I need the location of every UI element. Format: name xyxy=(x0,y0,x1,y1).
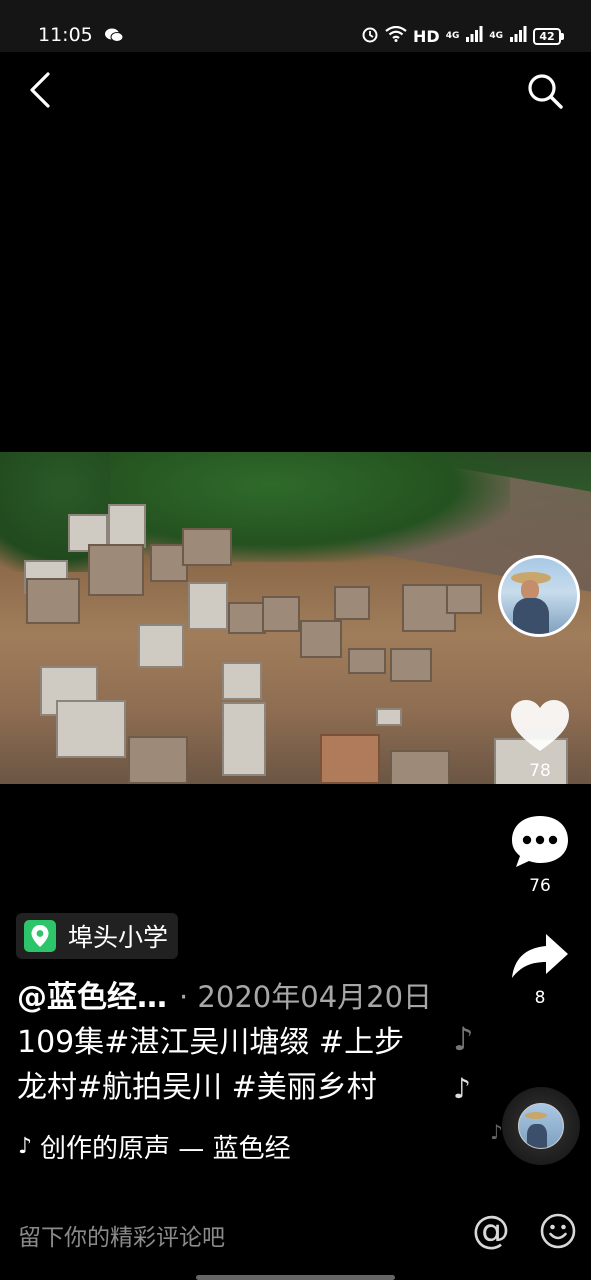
video-building xyxy=(376,708,402,726)
chevron-left-icon xyxy=(30,72,50,108)
caption: 109集#湛江吴川塘缀 #上步 龙村#航拍吴川 #美丽乡村 xyxy=(17,1020,457,1110)
video-building xyxy=(56,700,126,758)
video-building xyxy=(138,624,184,668)
comment-button[interactable]: 76 xyxy=(508,812,572,896)
video-building xyxy=(26,578,80,624)
signal-icon xyxy=(509,26,527,46)
music-note-icon: ♪ xyxy=(490,1120,503,1144)
video-building xyxy=(348,648,386,674)
video-building xyxy=(88,544,144,596)
comment-bubble-icon xyxy=(512,816,568,867)
caption-line-1: 109集#湛江吴川塘缀 #上步 xyxy=(17,1025,405,1060)
video-building xyxy=(446,584,482,614)
like-count: 78 xyxy=(529,761,551,781)
comment-bar: 留下你的精彩评论吧 @ xyxy=(0,1190,591,1280)
avatar-body xyxy=(513,598,549,634)
status-time: 11:05 xyxy=(38,24,93,46)
music-disc[interactable] xyxy=(502,1087,580,1165)
status-bar: 11:05 HD 4G 4G 42 xyxy=(0,0,591,52)
music-note-icon: ♪ xyxy=(453,1072,471,1105)
hd-indicator: HD xyxy=(413,26,440,46)
video-building xyxy=(222,702,266,776)
wechat-icon xyxy=(104,27,124,47)
smiley-icon xyxy=(540,1213,576,1249)
music-note-icon: ♪ xyxy=(18,1134,33,1159)
caption-line-2: 龙村#航拍吴川 #美丽乡村 xyxy=(17,1070,377,1105)
comment-input[interactable]: 留下你的精彩评论吧 xyxy=(18,1218,225,1252)
comment-count: 76 xyxy=(529,876,551,896)
home-indicator xyxy=(196,1275,395,1280)
music-line[interactable]: ♪ 创作的原声 — 蓝色经 xyxy=(18,1128,291,1165)
network-4g-1: 4G xyxy=(445,30,460,41)
music-note-icon: ♪ xyxy=(453,1020,474,1058)
location-pin-icon xyxy=(24,920,56,952)
video-building xyxy=(390,648,432,682)
author-name[interactable]: @蓝色经… xyxy=(17,972,167,1016)
mention-button[interactable]: @ xyxy=(472,1208,510,1252)
search-icon xyxy=(528,74,563,109)
share-button[interactable]: 8 xyxy=(508,930,572,1008)
battery-icon: 42 xyxy=(533,27,564,45)
location-tag[interactable]: 埠头小学 xyxy=(16,913,179,959)
video-player[interactable] xyxy=(0,452,591,784)
search-button[interactable] xyxy=(526,72,564,110)
creator-avatar[interactable] xyxy=(498,555,580,637)
video-building xyxy=(188,582,228,630)
status-icons: HD 4G 4G 42 xyxy=(361,25,564,47)
video-building xyxy=(182,528,232,566)
alarm-icon xyxy=(361,25,379,47)
music-disc-cover xyxy=(518,1103,564,1149)
video-building xyxy=(262,596,300,632)
location-name: 埠头小学 xyxy=(68,923,169,952)
author-line: @蓝色经… · 2020年04月20日 xyxy=(17,972,432,1016)
video-building xyxy=(222,662,262,700)
video-building xyxy=(128,736,188,784)
like-button[interactable]: 78 xyxy=(508,697,572,781)
avatar-face xyxy=(521,580,539,600)
video-building xyxy=(300,620,342,658)
emoji-button[interactable] xyxy=(539,1212,577,1250)
network-4g-2: 4G xyxy=(489,30,503,41)
share-arrow-icon xyxy=(512,934,568,978)
video-building xyxy=(334,586,370,620)
signal-icon xyxy=(465,26,483,46)
video-building xyxy=(320,734,380,784)
music-title: 创作的原声 — 蓝色经 xyxy=(40,1134,291,1164)
share-count: 8 xyxy=(534,988,546,1008)
video-building xyxy=(390,750,450,784)
wifi-icon xyxy=(385,25,407,46)
video-building xyxy=(108,504,146,548)
post-date: · 2020年04月20日 xyxy=(179,980,433,1014)
back-button[interactable] xyxy=(26,70,62,110)
video-building xyxy=(228,602,266,634)
heart-icon xyxy=(511,700,569,751)
